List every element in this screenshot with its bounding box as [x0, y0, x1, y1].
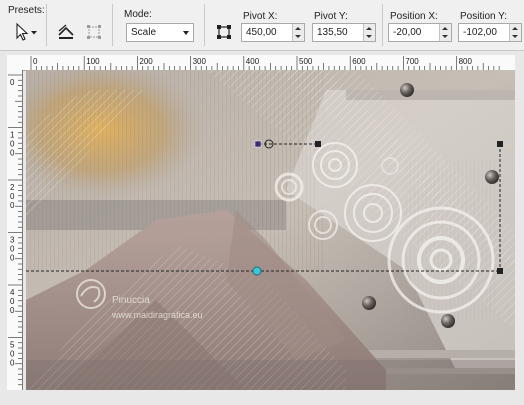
ruler-label: 4: [10, 288, 15, 297]
vertical-ruler-ticks: 0100200300400500: [8, 74, 22, 386]
presets-label: Presets:: [8, 5, 45, 16]
ruler-label: 0: [10, 140, 15, 149]
presets-dropdown[interactable]: [8, 20, 42, 44]
separator: [46, 4, 47, 46]
ruler-label: 700: [405, 57, 419, 66]
vertical-ruler: 0100200300400500: [7, 70, 23, 390]
separator: [204, 4, 205, 46]
ruler-label: 0: [33, 57, 38, 66]
chevron-down-icon: [183, 31, 189, 35]
position-x-field[interactable]: -20,00: [388, 23, 452, 42]
tool-options-bar: Presets: Mode: Scale Pivot X: 450,00 Piv…: [0, 0, 524, 51]
position-y-field[interactable]: -102,00: [458, 23, 522, 42]
separator: [112, 4, 113, 46]
ruler-label: 0: [10, 254, 15, 263]
horizontal-ruler: 0 100 200 300 400 500 600 700 800: [26, 55, 515, 71]
watermark-line2: www.maidiragrafica.eu: [111, 310, 203, 320]
pivot-y-spinner[interactable]: [363, 24, 375, 41]
image-canvas[interactable]: Pinuccia www.maidiragrafica.eu: [26, 70, 515, 390]
ruler-label: 0: [10, 78, 15, 87]
pivot-x-value: 450,00: [246, 27, 277, 38]
pick-arrow-icon: [16, 22, 37, 41]
position-x-label: Position X:: [390, 11, 438, 22]
pivot-y-field[interactable]: 135,50: [312, 23, 376, 42]
ruler-label: 0: [10, 306, 15, 315]
mode-label: Mode:: [124, 9, 152, 20]
ruler-label: 2: [10, 183, 15, 192]
ruler-label: 1: [10, 131, 15, 140]
ruler-label: 0: [10, 359, 15, 368]
ruler-label: 0: [10, 350, 15, 359]
ruler-label: 0: [10, 245, 15, 254]
merge-layers-icon: [58, 24, 74, 39]
transform-frame-icon: [217, 25, 231, 39]
ruler-label: 0: [10, 149, 15, 158]
pivot-x-label: Pivot X:: [243, 11, 278, 22]
ruler-label: 600: [352, 57, 366, 66]
watermark-line1: Pinuccia: [112, 295, 150, 306]
ruler-label: 400: [246, 57, 260, 66]
ruler-label: 5: [10, 341, 15, 350]
ruler-label: 0: [10, 201, 15, 210]
position-y-label: Position Y:: [460, 11, 508, 22]
merge-layers-button[interactable]: [54, 20, 78, 44]
position-x-spinner[interactable]: [439, 24, 451, 41]
mode-select[interactable]: Scale: [126, 23, 194, 42]
pivot-y-label: Pivot Y:: [314, 11, 348, 22]
ruler-label: 0: [10, 297, 15, 306]
ruler-label: 500: [299, 57, 313, 66]
horizontal-ruler-ticks: 0 100 200 300 400 500 600 700 800: [30, 56, 500, 70]
ruler-label: 200: [139, 57, 153, 66]
position-y-value: -102,00: [463, 27, 497, 38]
mode-select-value: Scale: [131, 27, 157, 38]
ruler-label: 3: [10, 236, 15, 245]
ruler-label: 300: [193, 57, 207, 66]
ruler-label: 0: [10, 192, 15, 201]
ruler-label: 100: [86, 57, 100, 66]
position-y-spinner[interactable]: [509, 24, 521, 41]
position-x-value: -20,00: [393, 27, 422, 38]
ruler-label: 800: [459, 57, 473, 66]
canvas-artwork: Pinuccia www.maidiragrafica.eu: [26, 70, 515, 390]
transform-frame-button[interactable]: [212, 20, 236, 44]
ruler-corner: [7, 55, 27, 71]
pivot-x-spinner[interactable]: [292, 24, 304, 41]
separator: [382, 4, 383, 46]
pivot-x-field[interactable]: 450,00: [241, 23, 305, 42]
bounding-box-icon: [87, 25, 101, 39]
bounding-box-button[interactable]: [82, 20, 106, 44]
pivot-y-value: 135,50: [317, 27, 348, 38]
